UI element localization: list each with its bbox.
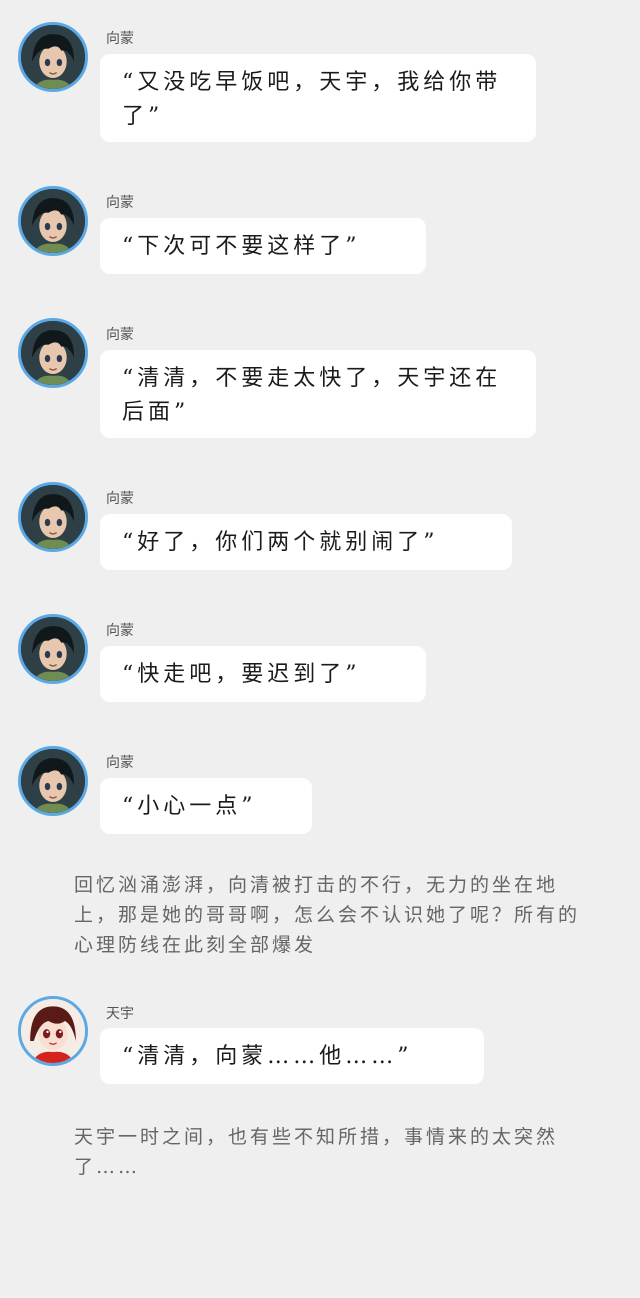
speaker-name: 向蒙 [106,755,134,771]
speaker-name: 向蒙 [106,623,134,639]
message-bubble: “清清，向蒙……他……” [100,1028,484,1084]
message-bubble: “清清，不要走太快了，天宇还在后面” [100,350,536,438]
message-bubble: “小心一点” [100,778,312,834]
avatar-xiangmeng[interactable] [18,746,88,816]
boy-avatar-icon [21,25,85,89]
message-bubble: “又没吃早饭吧，天宇，我给你带了” [100,54,536,142]
message-bubble: “好了，你们两个就别闹了” [100,514,512,570]
boy-avatar-icon [21,321,85,385]
girl-avatar-icon [21,999,85,1063]
speaker-name: 向蒙 [106,491,134,507]
avatar-xiangmeng[interactable] [18,482,88,552]
message-bubble: “快走吧，要迟到了” [100,646,426,702]
avatar-xiangmeng[interactable] [18,22,88,92]
boy-avatar-icon [21,189,85,253]
avatar-xiangmeng[interactable] [18,318,88,388]
boy-avatar-icon [21,617,85,681]
narration-text: 回忆汹涌澎湃，向清被打击的不行，无力的坐在地上，那是她的哥哥啊，怎么会不认识她了… [74,874,581,956]
narration-text: 天宇一时之间，也有些不知所措，事情来的太突然了…… [74,1126,559,1178]
avatar-xiangmeng[interactable] [18,186,88,256]
boy-avatar-icon [21,485,85,549]
speaker-name: 向蒙 [106,195,134,211]
avatar-xiangmeng[interactable] [18,614,88,684]
avatar-tianyu[interactable] [18,996,88,1066]
speaker-name: 向蒙 [106,327,134,343]
speaker-name: 向蒙 [106,31,134,47]
boy-avatar-icon [21,749,85,813]
message-bubble: “下次可不要这样了” [100,218,426,274]
speaker-name: 天宇 [106,1006,134,1022]
